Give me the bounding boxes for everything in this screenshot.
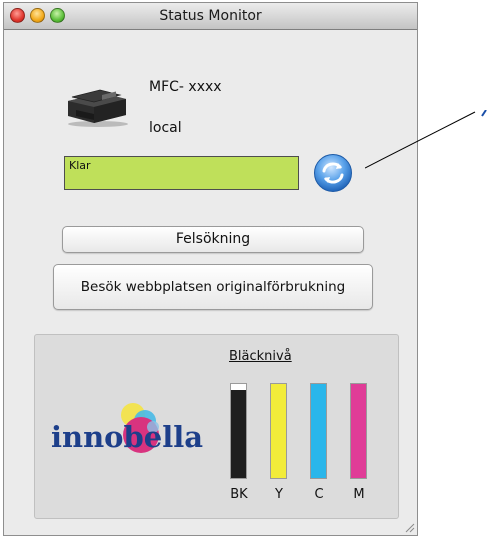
callout-line bbox=[365, 110, 487, 169]
resize-grip[interactable] bbox=[403, 521, 415, 533]
device-model: MFC- xxxx bbox=[149, 79, 222, 95]
ink-label-m: M bbox=[353, 487, 365, 502]
ink-level-label: Bläcknivå bbox=[229, 349, 292, 364]
title-bar[interactable]: Status Monitor bbox=[4, 3, 417, 30]
ink-bar-bk bbox=[230, 383, 247, 479]
ink-bar-c bbox=[310, 383, 327, 479]
ink-fill-m bbox=[351, 384, 366, 478]
troubleshoot-button[interactable]: Felsökning bbox=[62, 226, 364, 253]
window-title: Status Monitor bbox=[159, 8, 262, 24]
ink-fill-y bbox=[271, 384, 286, 478]
ink-label-y: Y bbox=[275, 487, 283, 502]
visit-supplies-site-button[interactable]: Besök webbplatsen originalförbrukning bbox=[53, 264, 373, 310]
status-monitor-window: Status Monitor MFC- xxxx local Klar Fels… bbox=[3, 2, 418, 536]
ink-fill-bk bbox=[231, 389, 246, 478]
ink-fill-c bbox=[311, 384, 326, 478]
device-location: local bbox=[149, 120, 182, 136]
ink-label-c: C bbox=[314, 487, 324, 502]
ink-label-bk: BK bbox=[230, 487, 248, 502]
ink-bar-y bbox=[270, 383, 287, 479]
innobella-logo: innobella bbox=[51, 403, 203, 454]
logo-text: innobella bbox=[51, 420, 203, 454]
ink-bar-m bbox=[350, 383, 367, 479]
refresh-icon[interactable] bbox=[313, 153, 353, 193]
ink-level-panel: innobella Bläcknivå BK Y C M bbox=[34, 334, 399, 519]
printer-icon bbox=[68, 89, 128, 127]
status-display: Klar bbox=[64, 156, 299, 190]
